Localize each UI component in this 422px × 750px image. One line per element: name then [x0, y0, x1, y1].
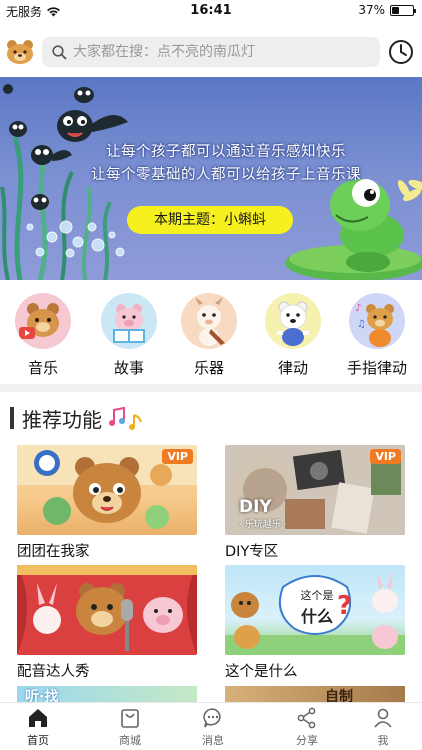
- category-story[interactable]: 故事: [94, 293, 164, 378]
- battery-icon: [390, 4, 416, 16]
- card-label: 团团在我家: [17, 544, 90, 560]
- nav-label: 消息: [202, 734, 224, 747]
- section-title: 推荐功能: [22, 407, 102, 432]
- category-instrument[interactable]: 乐器: [174, 293, 244, 378]
- theme-pill[interactable]: 本期主题：小蝌蚪: [127, 206, 293, 234]
- search-icon: [52, 44, 67, 59]
- category-label: 故事: [113, 359, 144, 377]
- card-label: DIY专区: [225, 544, 279, 560]
- category-label: 手指律动: [346, 359, 407, 377]
- card-label: 配音达人秀: [17, 664, 90, 680]
- shop-bag-icon: [121, 709, 139, 728]
- search-bar[interactable]: [42, 37, 380, 67]
- card-image: VIP: [17, 445, 197, 535]
- card-image: 这个是 什么 ?: [225, 565, 405, 655]
- svg-text:♫: ♫: [357, 319, 366, 330]
- card-image: DIY · 乐玩越乐 · VIP: [225, 445, 405, 535]
- nav-shop[interactable]: 商城: [100, 707, 160, 748]
- category-row: 音乐 故事 乐器 律动 ♪ ♫ 手指律动: [0, 287, 422, 382]
- category-label: 律动: [277, 359, 308, 377]
- category-label: 音乐: [27, 359, 58, 377]
- music-bear-icon: [15, 293, 71, 349]
- diy-image-subtext: · 乐玩越乐 ·: [239, 520, 287, 530]
- category-finger-rhythm[interactable]: ♪ ♫ 手指律动: [342, 293, 412, 378]
- status-bar: 无服务 16:41 37%: [0, 0, 422, 22]
- title-accent-bar: [10, 407, 14, 429]
- nav-profile[interactable]: 我: [353, 707, 413, 748]
- peek-text: 自制: [325, 689, 353, 702]
- diy-image-text: DIY: [239, 497, 272, 517]
- nav-label: 分享: [296, 734, 318, 747]
- recommended-header: 推荐功能: [10, 404, 144, 432]
- nav-home[interactable]: 首页: [8, 707, 68, 748]
- card-listen-find-peek[interactable]: 听·找: [17, 686, 197, 702]
- clock-history-icon[interactable]: [388, 39, 414, 65]
- instrument-goat-icon: [181, 293, 237, 349]
- finger-rhythm-bear-icon: ♪ ♫: [349, 293, 405, 349]
- svg-text:♪: ♪: [355, 303, 361, 314]
- card-diy-zone[interactable]: DIY · 乐玩越乐 · VIP DIY专区: [225, 445, 405, 561]
- search-input[interactable]: [73, 44, 363, 60]
- vip-badge: VIP: [370, 449, 401, 464]
- nav-label: 商城: [119, 734, 141, 747]
- profile-icon: [374, 708, 392, 728]
- card-homemade-peek[interactable]: 自制: [225, 686, 405, 702]
- nav-label: 我: [377, 734, 389, 747]
- section-divider: [0, 384, 422, 392]
- search-row: [0, 30, 422, 74]
- card-tuantuan-home[interactable]: VIP 团团在我家: [17, 445, 197, 561]
- status-right: 37%: [358, 3, 416, 17]
- banner-line-1: 让每个孩子都可以通过音乐感知快乐: [106, 144, 346, 160]
- peek-text: 听·找: [25, 689, 59, 702]
- card-what-is-this[interactable]: 这个是 什么 ? 这个是什么: [225, 565, 405, 681]
- nav-share[interactable]: 分享: [277, 707, 337, 748]
- message-icon: [203, 708, 221, 728]
- battery-fill: [392, 6, 399, 14]
- card-dubbing-show[interactable]: 配音达人秀: [17, 565, 197, 681]
- story-pig-icon: [101, 293, 157, 349]
- nav-messages[interactable]: 消息: [183, 707, 243, 748]
- nav-label: 首页: [27, 734, 49, 747]
- banner-line-2: 让每个零基础的人都可以给孩子上音乐课: [91, 167, 361, 183]
- category-rhythm[interactable]: 律动: [258, 293, 328, 378]
- card-label: 这个是什么: [225, 664, 298, 680]
- music-notes-icon: [109, 406, 142, 430]
- category-label: 乐器: [193, 359, 224, 377]
- question-mark-icon: ?: [337, 591, 353, 621]
- battery-percent: 37%: [358, 3, 385, 17]
- bottom-nav: 首页 商城 消息 分享 我: [0, 702, 422, 750]
- home-icon: [29, 709, 47, 727]
- card-image: [17, 565, 197, 655]
- vip-badge: VIP: [162, 449, 193, 464]
- share-icon: [297, 707, 316, 729]
- rhythm-bear-icon: [265, 293, 321, 349]
- banner[interactable]: 让每个孩子都可以通过音乐感知快乐 让每个零基础的人都可以给孩子上音乐课 本期主题…: [0, 77, 422, 280]
- category-music[interactable]: 音乐: [8, 293, 78, 378]
- bear-logo-icon[interactable]: [6, 39, 34, 65]
